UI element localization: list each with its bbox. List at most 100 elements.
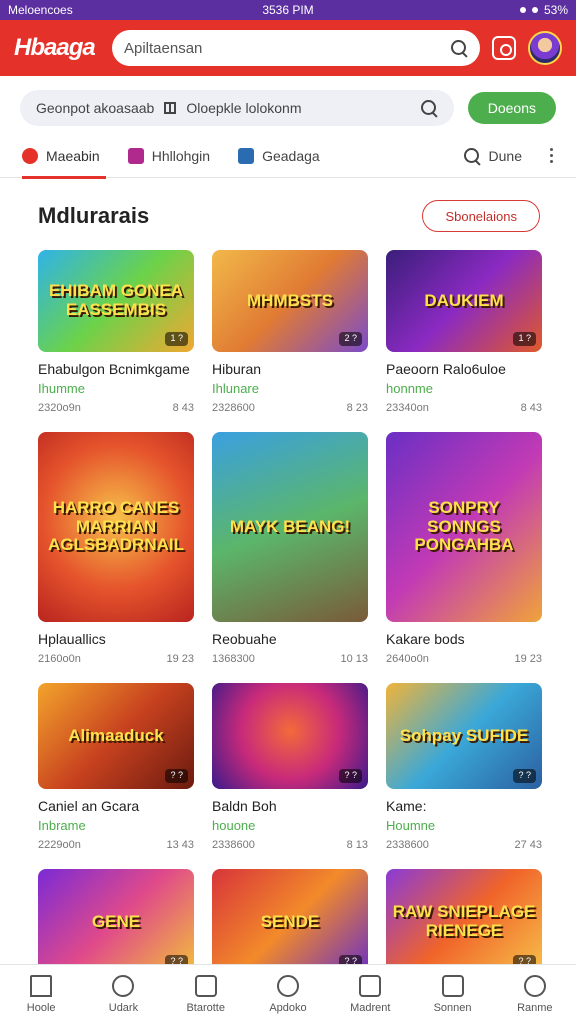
game-thumbnail[interactable]: GENE? ? — [38, 869, 194, 975]
thumbnail-text: Sohpay SUFIDE — [399, 725, 529, 745]
nav-item-apdoko[interactable]: Apdoko — [247, 965, 329, 1024]
game-card[interactable]: MHMBSTS 2 ? Hiburan Ihlunare 2328600 8 23 — [212, 250, 368, 414]
game-thumbnail[interactable]: RAW SNIEPLAGE RIENEGE? ? — [386, 869, 542, 975]
game-title[interactable]: Baldn Boh — [212, 798, 368, 814]
game-card[interactable]: SENDE? ? — [212, 869, 368, 975]
nav-item-ranme[interactable]: Ranme — [494, 965, 576, 1024]
gamepad-icon — [22, 147, 38, 164]
nav-label: Hoole — [26, 1002, 56, 1014]
game-card[interactable]: Sohpay SUFIDE ? ? Kame: Houmne 2338600 27 43 — [386, 683, 542, 851]
section-title: Mdlurarais — [38, 203, 150, 228]
app-logo[interactable]: Hbaaga — [14, 34, 100, 62]
tab-home[interactable]: Maeabin — [22, 134, 106, 179]
nav-item-btarotte[interactable]: Btarotte — [165, 965, 247, 1024]
game-title[interactable]: Ehabulgon Bcnimkgame — [38, 361, 194, 377]
game-downloads: 2328600 — [212, 402, 255, 414]
nav-item-madrent[interactable]: Madrent — [329, 965, 411, 1024]
game-card[interactable]: SONPRY SONNGS PONGAHBA Kakare bods 2640o0n… — [386, 432, 542, 665]
game-category: houone — [212, 818, 256, 833]
status-bar: Meloencoes 3536 PIM 53% — [0, 0, 576, 20]
game-category: honnme — [386, 381, 433, 396]
game-thumbnail[interactable]: HARRO CANES MARRIAN AGLSBADRNAIL — [38, 432, 194, 622]
tab-highlights[interactable]: Hhllohgin — [127, 134, 211, 178]
bottom-nav: Hoole Udark Btarotte Apdoko Madrent Sonnen Ran… — [0, 964, 576, 1024]
game-card[interactable]: DAUKIEM 1 ? Paeoorn Ralo6uloe honnme 23340on… — [386, 250, 542, 414]
game-title[interactable]: Reobuahe — [212, 631, 368, 647]
game-thumbnail[interactable]: SONPRY SONNGS PONGAHBA — [386, 432, 542, 622]
search-icon[interactable] — [450, 39, 468, 57]
game-thumbnail[interactable]: Sohpay SUFIDE ? ? — [386, 683, 542, 789]
game-meta: 2338600 27 43 — [386, 839, 542, 851]
section-header: Mdlurarais Sbonelaions — [0, 178, 576, 250]
game-title[interactable]: Kame: — [386, 798, 542, 814]
nav-item-udark[interactable]: Udark — [82, 965, 164, 1024]
game-thumbnail[interactable]: EHIBAM GONEA EASSEMBIS 1 ? — [38, 250, 194, 352]
game-card[interactable]: ? ? Baldn Boh houone 2338600 8 13 — [212, 683, 368, 851]
thumbnail-badge: ? ? — [513, 769, 536, 783]
game-meta: 2320o9n 8 43 — [38, 402, 194, 414]
game-thumbnail[interactable]: SENDE? ? — [212, 869, 368, 975]
game-card[interactable]: EHIBAM GONEA EASSEMBIS 1 ? Ehabulgon Bcnim… — [38, 250, 194, 414]
game-title[interactable]: Caniel an Gcara — [38, 798, 194, 814]
game-thumbnail[interactable]: DAUKIEM 1 ? — [386, 250, 542, 352]
nav-item-sonnen[interactable]: Sonnen — [411, 965, 493, 1024]
list-icon — [164, 102, 177, 114]
game-rating: 19 23 — [514, 653, 542, 665]
game-meta: 23340on 8 43 — [386, 402, 542, 414]
see-all-button[interactable]: Sbonelaions — [422, 200, 540, 232]
game-thumbnail[interactable]: MHMBSTS 2 ? — [212, 250, 368, 352]
nav-label: Udark — [108, 1002, 139, 1014]
game-title[interactable]: Paeoorn Ralo6uloe — [386, 361, 542, 377]
tab-label: Maeabin — [46, 147, 100, 164]
avatar[interactable] — [528, 31, 562, 65]
profile-icon — [523, 975, 546, 997]
game-downloads: 2338600 — [386, 839, 429, 851]
filter-field[interactable]: Geonpot akoasaab Oloepkle lolokonm — [20, 90, 454, 126]
camera-icon[interactable] — [492, 36, 516, 60]
game-thumbnail[interactable]: ? ? — [212, 683, 368, 789]
thumbnail-badge: 2 ? — [339, 332, 362, 346]
game-thumbnail[interactable]: MAYK BEANG! — [212, 432, 368, 622]
tab-search-icon — [463, 147, 481, 165]
game-title[interactable]: Hiburan — [212, 361, 368, 377]
tab-label: Hhllohgin — [151, 147, 211, 164]
tab-search[interactable]: Dune — [463, 134, 522, 178]
game-card[interactable]: HARRO CANES MARRIAN AGLSBADRNAIL Hplauall… — [38, 432, 194, 665]
more-menu-icon[interactable] — [550, 148, 554, 163]
filter-label-2: Oloepkle lolokonm — [186, 100, 302, 116]
game-meta: 2328600 8 23 — [212, 402, 368, 414]
thumbnail-text: SENDE — [260, 911, 320, 931]
tab-categories[interactable]: Geadaga — [238, 134, 320, 178]
nav-label: Sonnen — [433, 1002, 472, 1014]
game-category: Houmne — [386, 818, 436, 833]
chart-icon — [238, 147, 255, 164]
filter-label-1: Geonpot akoasaab — [36, 100, 155, 116]
game-card[interactable]: MAYK BEANG! Reobuahe 1368300 10 13 — [212, 432, 368, 665]
filter-search-icon[interactable] — [420, 99, 438, 117]
game-rating: 19 23 — [166, 653, 194, 665]
game-card[interactable]: RAW SNIEPLAGE RIENEGE? ? — [386, 869, 542, 975]
go-button[interactable]: Doeons — [467, 92, 556, 124]
game-title[interactable]: Kakare bods — [386, 631, 542, 647]
search-icon — [112, 975, 135, 997]
game-meta: 1368300 10 13 — [212, 653, 368, 665]
game-meta: 2229o0n 13 43 — [38, 839, 194, 851]
game-category: Inbrame — [38, 818, 86, 833]
game-thumbnail[interactable]: Alimaaduck ? ? — [38, 683, 194, 789]
nav-label: Btarotte — [186, 1002, 225, 1014]
thumbnail-text: MAYK BEANG! — [229, 516, 351, 536]
game-card[interactable]: GENE? ? — [38, 869, 194, 975]
thumbnail-text: HARRO CANES MARRIAN AGLSBADRNAIL — [48, 497, 184, 555]
game-rating: 8 43 — [520, 402, 542, 414]
nav-item-hoole[interactable]: Hoole — [0, 965, 82, 1024]
thumbnail-text: GENE — [91, 911, 141, 931]
status-time: 3536 PIM — [262, 3, 314, 17]
game-rating: 8 23 — [346, 402, 368, 414]
game-title[interactable]: Hplauallics — [38, 631, 194, 647]
tab-label: Geadaga — [262, 147, 320, 164]
game-card[interactable]: Alimaaduck ? ? Caniel an Gcara Inbrame 2229o… — [38, 683, 194, 851]
game-meta: 2338600 8 13 — [212, 839, 368, 851]
game-meta: 2160o0n 19 23 — [38, 653, 194, 665]
search-input[interactable]: Apiltaensan — [112, 30, 480, 66]
home-icon — [30, 975, 53, 997]
